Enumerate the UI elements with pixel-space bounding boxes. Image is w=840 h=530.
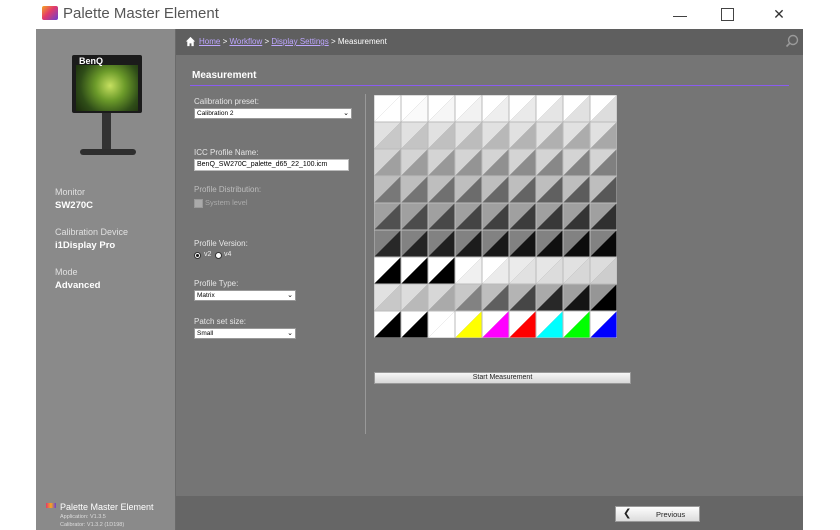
measurement-patch-grid bbox=[374, 95, 617, 338]
window-title: Palette Master Element bbox=[63, 5, 219, 22]
sidebar: BenQ Monitor SW270C Calibration Device i… bbox=[36, 29, 176, 530]
footer-app-title: Palette Master Element bbox=[60, 502, 154, 512]
breadcrumb-separator: > bbox=[222, 37, 228, 46]
home-icon[interactable] bbox=[185, 36, 196, 47]
footer-calibrator-version: Calibrator: V1.3.2 (1D198) bbox=[60, 522, 125, 528]
breadcrumb-home[interactable]: Home bbox=[199, 37, 220, 46]
profile-distribution-label: Profile Distribution: bbox=[194, 185, 262, 194]
title-divider bbox=[190, 85, 789, 86]
breadcrumb-separator: > bbox=[330, 37, 336, 46]
profile-type-value: Matrix bbox=[197, 292, 215, 299]
maximize-button[interactable] bbox=[704, 0, 750, 29]
profile-version-v2-label: v2 bbox=[204, 251, 212, 258]
maximize-icon bbox=[720, 8, 734, 21]
mode-label: Mode bbox=[55, 267, 78, 277]
monitor-brand-logo: BenQ bbox=[79, 56, 104, 66]
app-icon bbox=[42, 6, 58, 20]
minimize-button[interactable]: — bbox=[657, 0, 703, 29]
footer-logo-icon bbox=[46, 503, 56, 508]
footer-app-version: Application: V1.3.5 bbox=[60, 514, 106, 520]
bottom-bar: ❮ Previous bbox=[176, 496, 803, 530]
profile-type-select[interactable]: Matrix ⌄ bbox=[194, 290, 296, 301]
previous-button-label: Previous bbox=[656, 510, 686, 519]
calibration-preset-value: Calibration 2 bbox=[197, 110, 234, 117]
previous-button[interactable]: ❮ Previous bbox=[615, 506, 700, 522]
close-icon: ✕ bbox=[773, 6, 785, 22]
breadcrumb: Home > Workflow > Display Settings > Mea… bbox=[199, 37, 387, 46]
calibration-device-value: i1Display Pro bbox=[55, 240, 116, 251]
back-arrow-icon: ❮ bbox=[623, 508, 632, 519]
start-measurement-button[interactable]: Start Measurement bbox=[374, 372, 631, 384]
mode-value: Advanced bbox=[55, 280, 101, 291]
patch-set-size-select[interactable]: Small ⌄ bbox=[194, 328, 296, 339]
column-divider bbox=[365, 94, 366, 434]
monitor-image: BenQ bbox=[72, 51, 142, 181]
icc-profile-name-label: ICC Profile Name: bbox=[194, 148, 259, 157]
system-level-checkbox[interactable] bbox=[194, 199, 203, 208]
monitor-value: SW270C bbox=[55, 200, 94, 211]
calibration-device-label: Calibration Device bbox=[55, 227, 129, 237]
minimize-icon: — bbox=[673, 6, 687, 23]
chevron-down-icon: ⌄ bbox=[343, 110, 349, 117]
icc-profile-name-field[interactable]: BenQ_SW270C_palette_d65_22_100.icm bbox=[194, 159, 349, 171]
system-level-label: System level bbox=[205, 198, 248, 207]
monitor-label: Monitor bbox=[55, 187, 86, 197]
profile-version-v4-radio[interactable] bbox=[215, 252, 222, 259]
breadcrumb-display-settings[interactable]: Display Settings bbox=[271, 37, 328, 46]
page-title: Measurement bbox=[192, 70, 257, 81]
app-frame: BenQ Monitor SW270C Calibration Device i… bbox=[36, 29, 803, 530]
breadcrumb-workflow[interactable]: Workflow bbox=[229, 37, 262, 46]
profile-version-v4-label: v4 bbox=[224, 251, 232, 258]
profile-type-label: Profile Type: bbox=[194, 279, 239, 288]
title-bar: Palette Master Element — ✕ bbox=[0, 0, 840, 29]
profile-version-v2-radio[interactable] bbox=[194, 252, 201, 259]
profile-version-label: Profile Version: bbox=[194, 239, 248, 248]
chevron-down-icon: ⌄ bbox=[287, 330, 293, 337]
patch-set-size-label: Patch set size: bbox=[194, 317, 247, 326]
calibration-preset-select[interactable]: Calibration 2 ⌄ bbox=[194, 108, 352, 119]
patch-set-size-value: Small bbox=[197, 330, 214, 337]
calibration-preset-label: Calibration preset: bbox=[194, 97, 259, 106]
breadcrumb-bar: Home > Workflow > Display Settings > Mea… bbox=[176, 29, 803, 55]
breadcrumb-separator: > bbox=[264, 37, 270, 46]
breadcrumb-current: Measurement bbox=[337, 37, 387, 46]
close-button[interactable]: ✕ bbox=[756, 0, 802, 29]
search-icon[interactable] bbox=[785, 34, 799, 48]
chevron-down-icon: ⌄ bbox=[287, 292, 293, 299]
